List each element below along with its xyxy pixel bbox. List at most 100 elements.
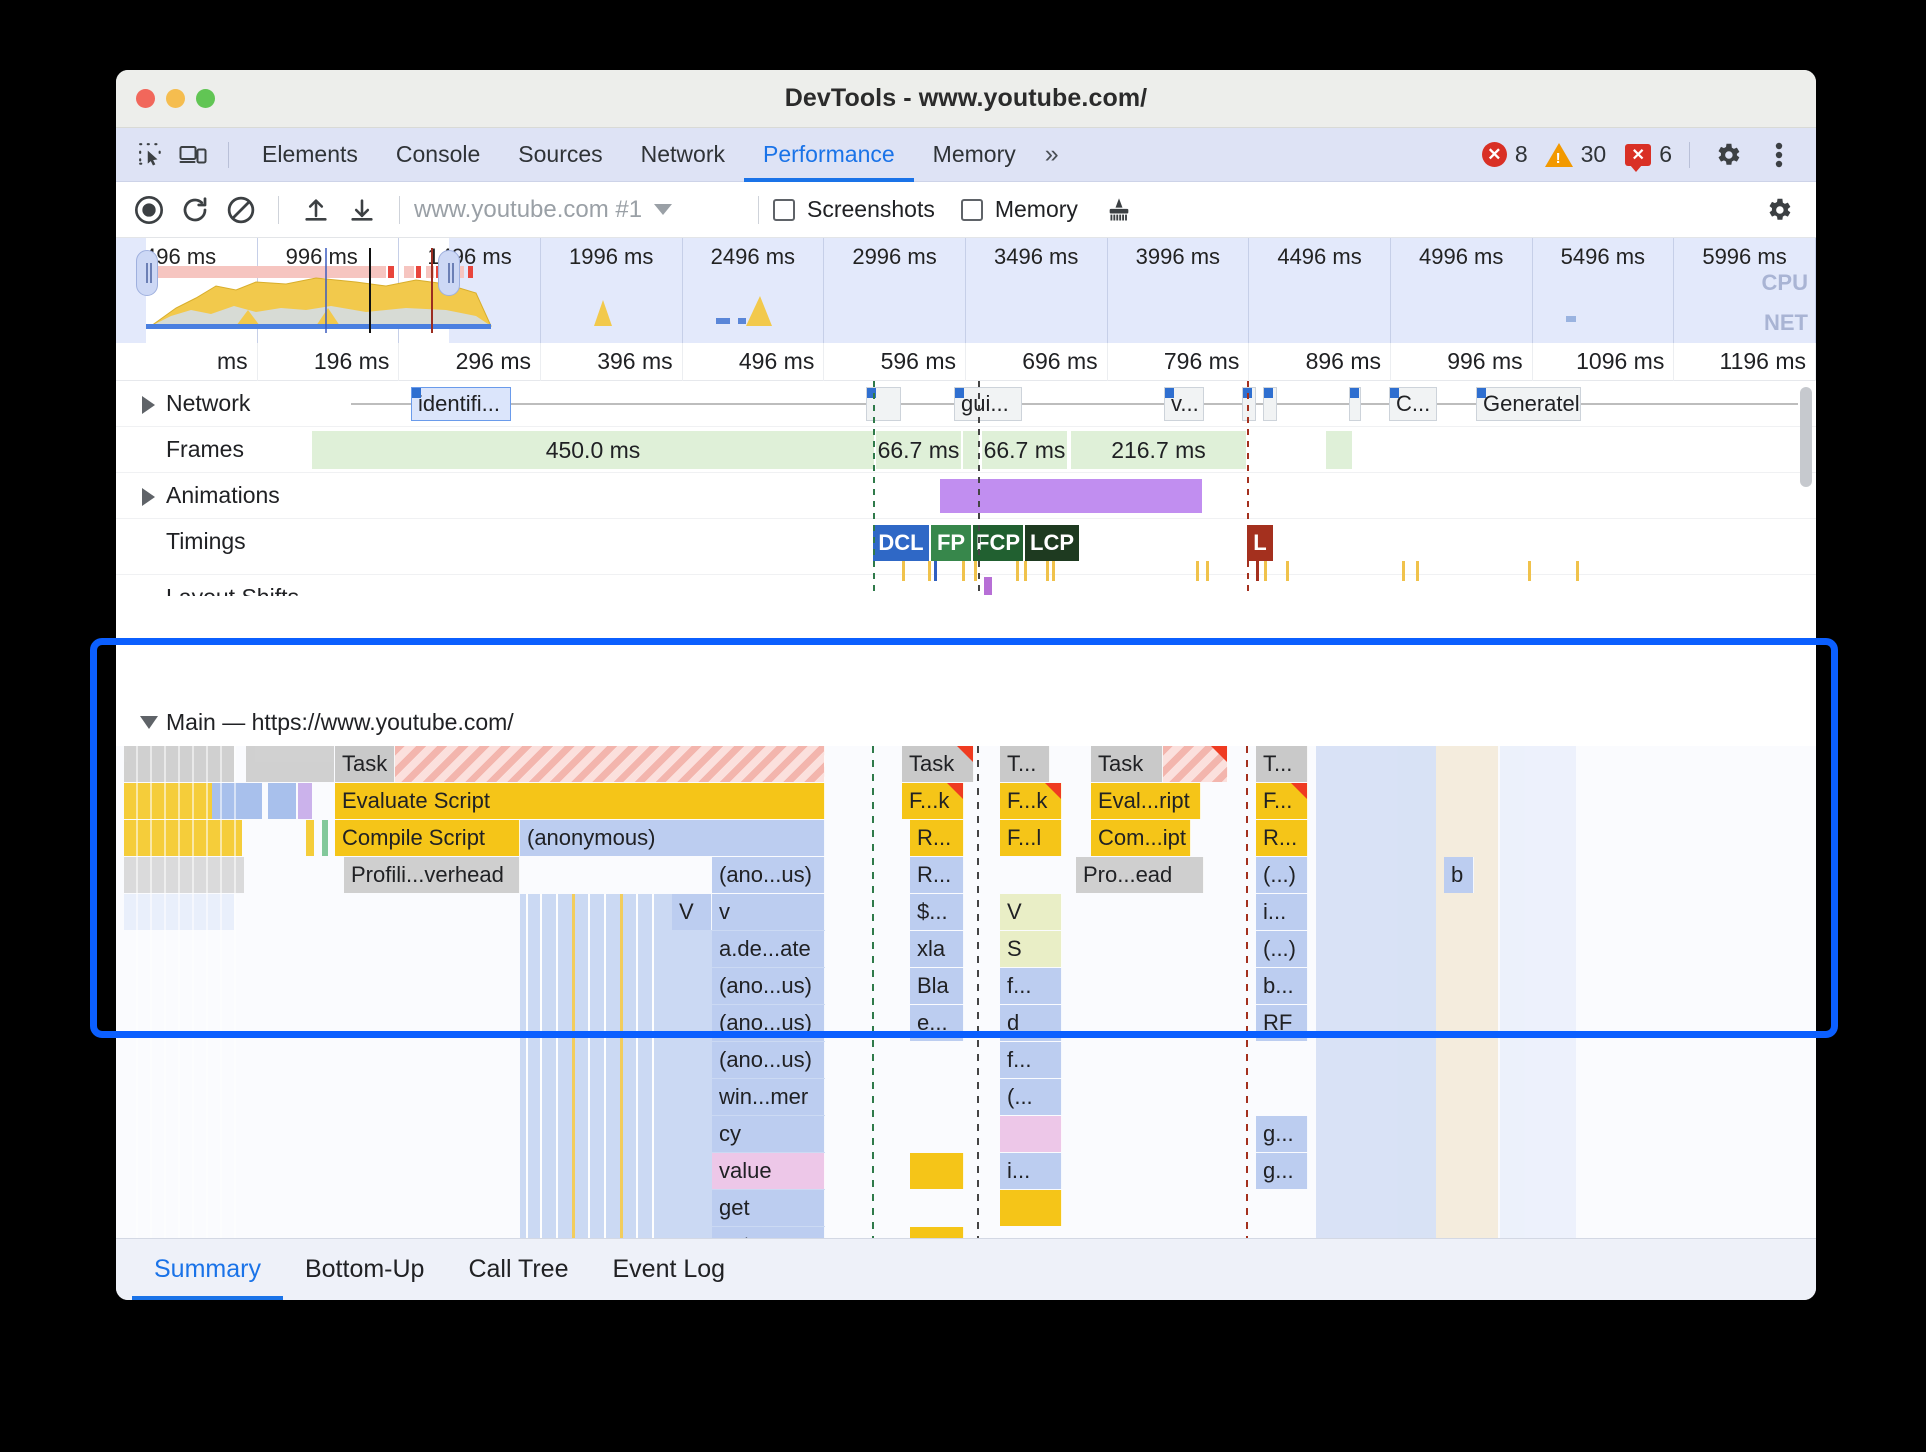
- error-count-status[interactable]: ✕ 8: [1481, 141, 1528, 168]
- flame-block[interactable]: (...): [1256, 857, 1308, 893]
- tab-performance[interactable]: Performance: [744, 128, 914, 182]
- flame-block[interactable]: Task: [335, 746, 395, 782]
- flame-block[interactable]: [1000, 1190, 1062, 1226]
- flame-block[interactable]: d: [1000, 1005, 1062, 1041]
- tab-elements[interactable]: Elements: [243, 128, 377, 182]
- screenshots-checkbox[interactable]: Screenshots: [773, 196, 935, 223]
- clear-icon[interactable]: [218, 189, 264, 231]
- flame-block[interactable]: Pro...ead: [1076, 857, 1204, 893]
- network-request-chip[interactable]: [1349, 387, 1361, 421]
- flame-block[interactable]: F...k: [1000, 783, 1062, 819]
- download-profile-icon[interactable]: [339, 189, 385, 231]
- tab-call-tree[interactable]: Call Tree: [446, 1239, 590, 1301]
- warning-count-status[interactable]: 30: [1544, 141, 1606, 168]
- flame-block[interactable]: $...: [910, 894, 964, 930]
- flame-block[interactable]: value: [712, 1153, 825, 1189]
- flame-block[interactable]: F...k: [902, 783, 964, 819]
- flame-block[interactable]: T...: [1000, 746, 1050, 782]
- flame-block[interactable]: Evaluate Script: [335, 783, 825, 819]
- network-request-chip[interactable]: C...: [1389, 387, 1437, 421]
- flame-block[interactable]: R...: [1256, 820, 1308, 856]
- network-expand-icon[interactable]: [142, 396, 155, 414]
- network-request-chip[interactable]: [1242, 387, 1256, 421]
- tab-summary[interactable]: Summary: [132, 1239, 283, 1301]
- frame-block[interactable]: 66.7 ms: [876, 431, 961, 469]
- flame-block[interactable]: [910, 1153, 964, 1189]
- flame-block[interactable]: Task: [902, 746, 974, 782]
- network-request-chip[interactable]: v...: [1164, 387, 1204, 421]
- flame-block[interactable]: g...: [1256, 1153, 1308, 1189]
- flame-block[interactable]: Compile Script: [335, 820, 520, 856]
- tab-bottom-up[interactable]: Bottom-Up: [283, 1239, 446, 1301]
- reload-record-icon[interactable]: [172, 189, 218, 231]
- flame-block[interactable]: (ano...us): [712, 857, 825, 893]
- flame-block[interactable]: Eval...ript: [1091, 783, 1201, 819]
- device-toggle-icon[interactable]: [172, 134, 214, 176]
- flame-block[interactable]: win...mer: [712, 1079, 825, 1115]
- memory-checkbox[interactable]: Memory: [960, 196, 1078, 223]
- flame-block[interactable]: T...: [1256, 746, 1308, 782]
- timing-marker-lcp[interactable]: LCP: [1025, 525, 1079, 561]
- timing-marker-fcp[interactable]: FCP: [973, 525, 1023, 561]
- animations-expand-icon[interactable]: [142, 488, 155, 506]
- upload-profile-icon[interactable]: [293, 189, 339, 231]
- gear-icon[interactable]: [1707, 134, 1749, 176]
- flame-block[interactable]: S: [1000, 931, 1062, 967]
- capture-settings-gear-icon[interactable]: [1756, 189, 1802, 231]
- flame-block[interactable]: f...: [1000, 1042, 1062, 1078]
- more-tabs-icon[interactable]: »: [1035, 140, 1065, 169]
- track-row-network[interactable]: Network identifi... gui... v... C... Generat…: [116, 381, 1816, 427]
- frame-block[interactable]: 216.7 ms: [1071, 431, 1246, 469]
- issue-count-status[interactable]: ✕ 6: [1625, 141, 1672, 172]
- track-row-layout-shifts[interactable]: Layout Shifts: [116, 575, 1816, 596]
- flame-block[interactable]: a.de...ate: [712, 931, 825, 967]
- record-circle-icon[interactable]: [126, 189, 172, 231]
- flame-block[interactable]: V: [672, 894, 712, 930]
- tab-memory[interactable]: Memory: [914, 128, 1035, 182]
- flame-block[interactable]: e...: [910, 1005, 964, 1041]
- flame-block[interactable]: i...: [1000, 1153, 1062, 1189]
- timeline-overview[interactable]: 496 ms 996 ms 1496 ms 1996 ms 2496 ms 2996 ms…: [116, 238, 1816, 343]
- flame-block[interactable]: b: [1444, 857, 1474, 893]
- frame-block[interactable]: [1326, 431, 1352, 469]
- flame-block[interactable]: Task: [1091, 746, 1163, 782]
- flame-chart[interactable]: Task Task T... Task T... Evaluate Script F...k…: [116, 746, 1816, 1256]
- frame-block[interactable]: [963, 431, 979, 469]
- flame-block[interactable]: (ano...us): [712, 1005, 825, 1041]
- flame-block[interactable]: R...: [910, 820, 964, 856]
- flame-block[interactable]: [395, 746, 825, 782]
- flame-block[interactable]: (ano...us): [712, 968, 825, 1004]
- network-request-chip[interactable]: [866, 387, 901, 421]
- timing-marker-dcl[interactable]: DCL: [873, 525, 929, 561]
- flame-block[interactable]: [1163, 746, 1228, 782]
- track-row-animations[interactable]: Animations: [116, 473, 1816, 519]
- flame-block[interactable]: (...): [1256, 931, 1308, 967]
- network-request-chip[interactable]: gui...: [954, 387, 1022, 421]
- kebab-menu-icon[interactable]: [1758, 134, 1800, 176]
- flame-block[interactable]: RF: [1256, 1005, 1308, 1041]
- flame-block[interactable]: [1000, 1116, 1062, 1152]
- timeline-ruler[interactable]: ms 196 ms 296 ms 396 ms 496 ms 596 ms 696 ms 79…: [116, 343, 1816, 381]
- flame-block[interactable]: i...: [1256, 894, 1308, 930]
- network-request-chip[interactable]: identifi...: [411, 387, 511, 421]
- tab-sources[interactable]: Sources: [499, 128, 621, 182]
- timing-marker-fp[interactable]: FP: [931, 525, 971, 561]
- main-collapse-icon[interactable]: [140, 716, 158, 729]
- track-row-frames[interactable]: Frames 450.0 ms 66.7 ms 66.7 ms 216.7 ms: [116, 427, 1816, 473]
- flame-block[interactable]: (...: [1000, 1079, 1062, 1115]
- flame-block[interactable]: get: [712, 1190, 825, 1226]
- inspect-cursor-icon[interactable]: [130, 134, 172, 176]
- collect-garbage-icon[interactable]: [1096, 189, 1142, 231]
- tab-network[interactable]: Network: [622, 128, 744, 182]
- flame-block[interactable]: V: [1000, 894, 1062, 930]
- tracks-scrollbar[interactable]: [1800, 387, 1812, 487]
- track-row-timings[interactable]: Timings DCL FP FCP LCP L: [116, 519, 1816, 581]
- flame-block[interactable]: (ano...us): [712, 1042, 825, 1078]
- flame-block[interactable]: v: [712, 894, 825, 930]
- frame-block[interactable]: 66.7 ms: [982, 431, 1067, 469]
- flame-block[interactable]: Profili...verhead: [344, 857, 520, 893]
- tab-event-log[interactable]: Event Log: [591, 1239, 748, 1301]
- flame-block[interactable]: cy: [712, 1116, 825, 1152]
- flame-block[interactable]: xla: [910, 931, 964, 967]
- frame-block[interactable]: 450.0 ms: [312, 431, 874, 469]
